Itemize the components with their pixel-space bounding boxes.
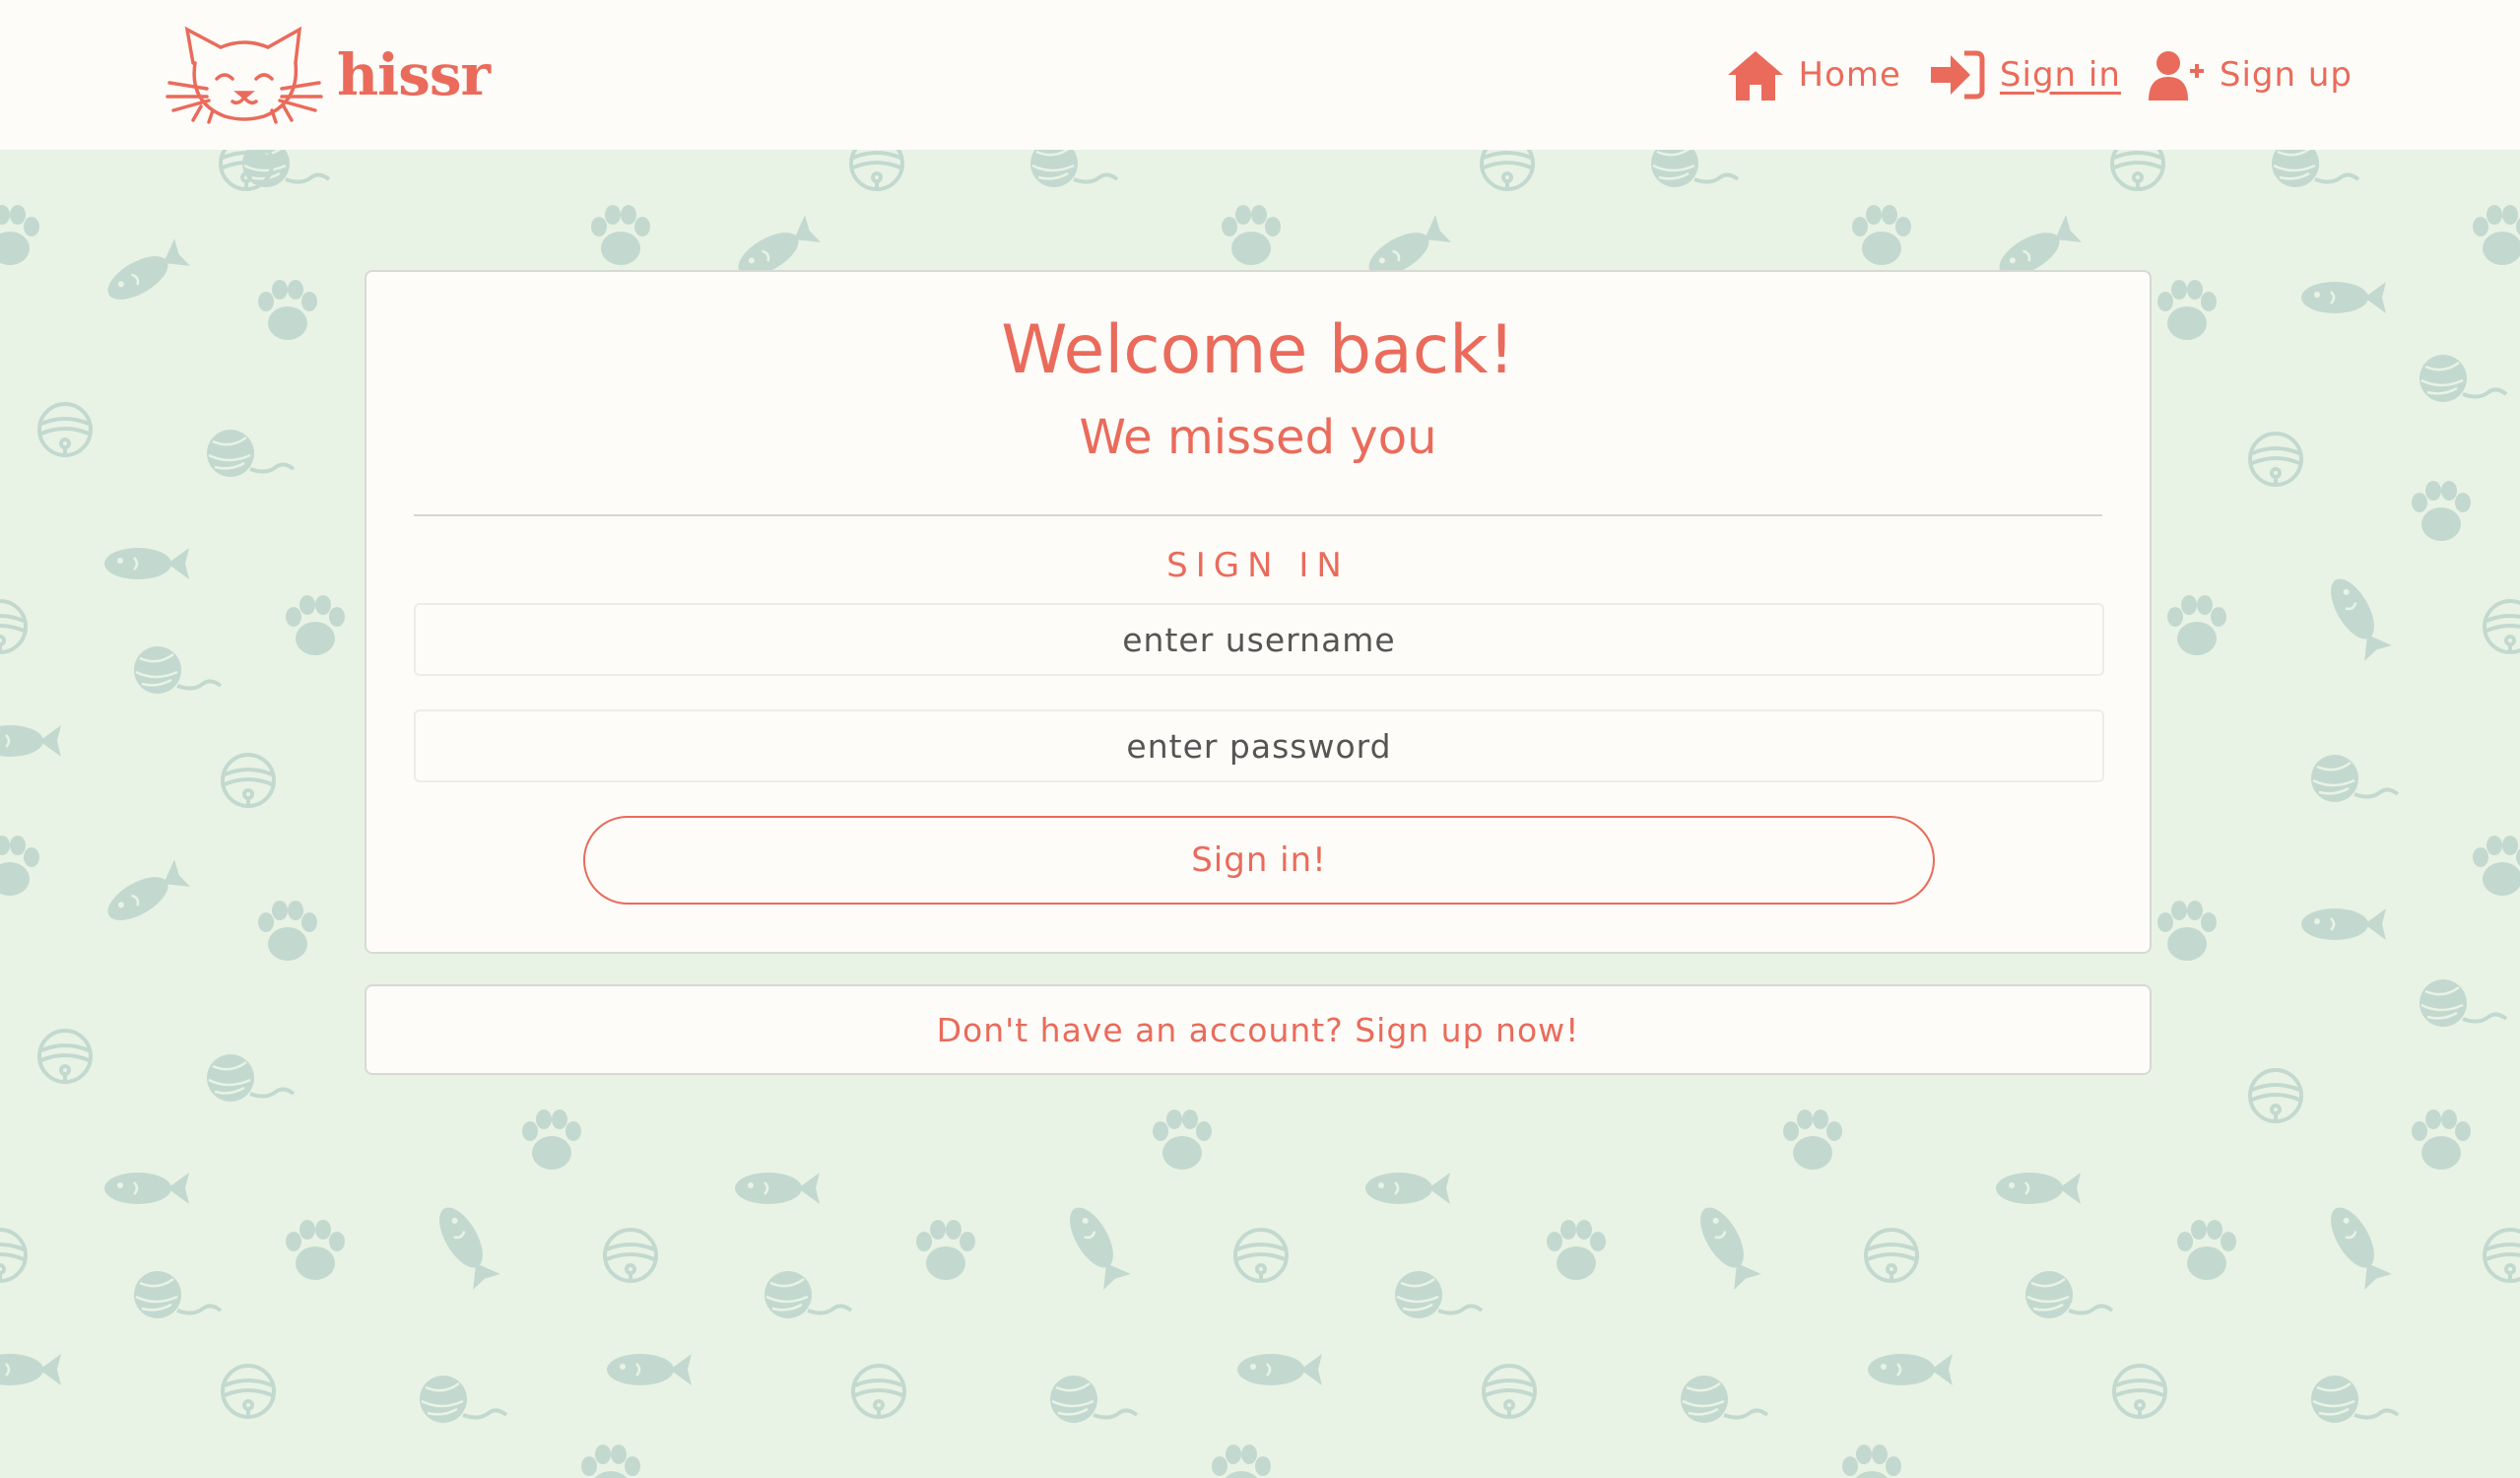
brand-link[interactable]: hissr [166, 24, 491, 126]
page-title: Welcome back! [1001, 311, 1515, 389]
user-plus-icon [2147, 47, 2206, 102]
nav-sign-in[interactable]: Sign in [1927, 47, 2121, 102]
username-input[interactable] [414, 603, 2104, 676]
signup-link[interactable]: Don't have an account? Sign up now! [937, 1011, 1580, 1049]
nav-home[interactable]: Home [1726, 47, 1901, 102]
nav-sign-up-label: Sign up [2219, 55, 2353, 95]
main-nav: Home Sign in Sign up [1700, 39, 2353, 110]
home-icon [1726, 47, 1785, 102]
signup-prompt-card: Don't have an account? Sign up now! [365, 984, 2152, 1075]
signin-card: Welcome back! We missed you SIGN IN Sign… [365, 270, 2152, 954]
cat-face-icon [166, 24, 323, 126]
nav-home-label: Home [1798, 55, 1901, 95]
sign-in-submit-button[interactable]: Sign in! [583, 816, 1935, 905]
nav-sign-in-label: Sign in [1999, 55, 2121, 95]
signin-section-label: SIGN IN [1166, 546, 1350, 585]
password-input[interactable] [414, 709, 2104, 782]
brand-name: hissr [337, 41, 491, 108]
page-subtitle: We missed you [1079, 410, 1437, 465]
divider [414, 514, 2102, 516]
nav-sign-up[interactable]: Sign up [2147, 47, 2353, 102]
navbar: hissr Home Sign in Sign up [0, 0, 2520, 150]
sign-in-icon [1927, 47, 1986, 102]
